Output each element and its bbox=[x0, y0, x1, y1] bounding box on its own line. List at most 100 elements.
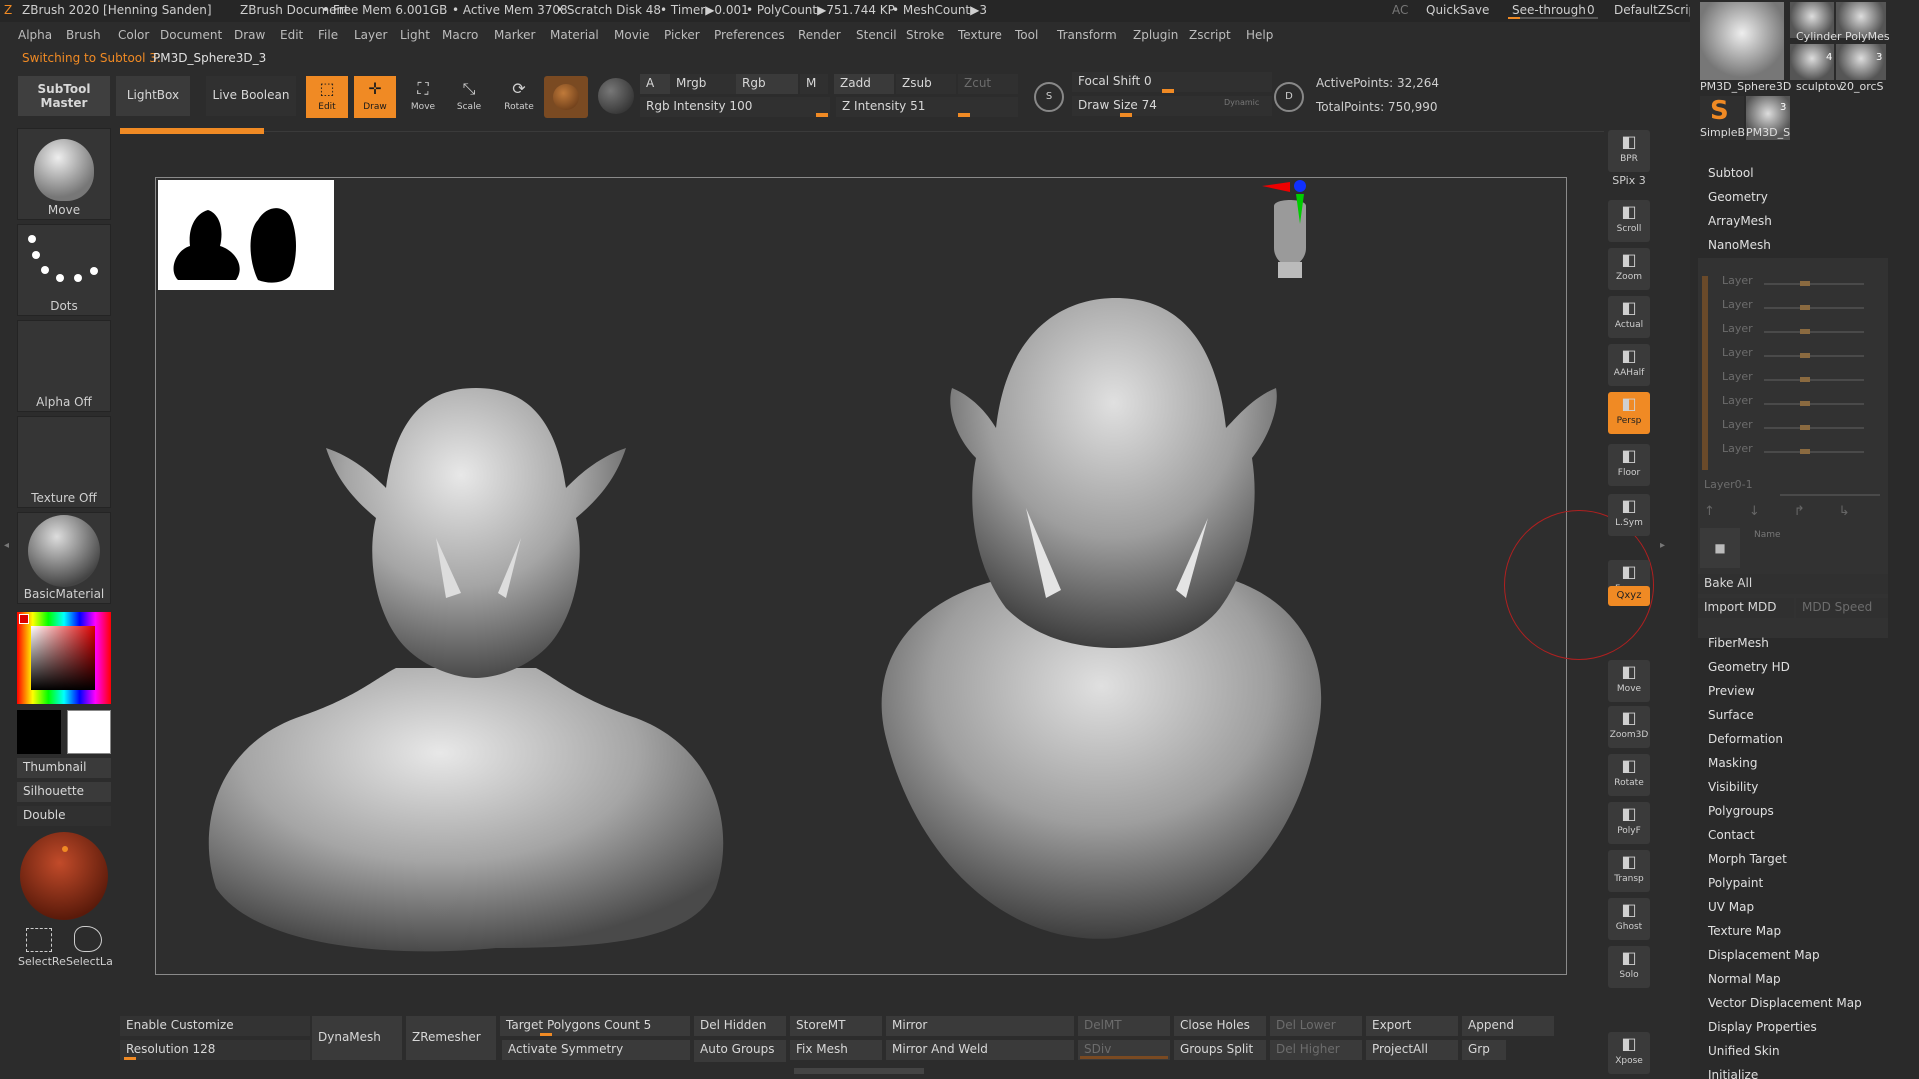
layer-row[interactable]: Layer bbox=[1722, 298, 1872, 318]
tool-menu-subtool[interactable]: Subtool bbox=[1708, 166, 1754, 180]
layer-intensity-knob[interactable] bbox=[1800, 305, 1810, 310]
layers-scrollbar[interactable] bbox=[1702, 276, 1708, 470]
grp-toggle[interactable]: Grp bbox=[1462, 1040, 1506, 1060]
m-toggle[interactable]: M bbox=[800, 74, 828, 94]
tool-menu-polypaint[interactable]: Polypaint bbox=[1708, 876, 1763, 890]
layer-intensity-slider[interactable] bbox=[1764, 379, 1864, 381]
select-rect-label[interactable]: SelectRe bbox=[18, 955, 66, 968]
layer-intensity-slider[interactable] bbox=[1764, 283, 1864, 285]
main-color-swatch[interactable] bbox=[67, 710, 111, 754]
zremesher-button[interactable]: ZRemesher bbox=[406, 1016, 496, 1060]
tool-menu-masking[interactable]: Masking bbox=[1708, 756, 1757, 770]
rgb-intensity-knob[interactable] bbox=[816, 113, 828, 117]
zsub-toggle[interactable]: Zsub bbox=[896, 74, 956, 94]
menu-texture[interactable]: Texture bbox=[958, 28, 1002, 42]
layer-row[interactable]: Layer bbox=[1722, 394, 1872, 414]
thumbnail-toggle[interactable]: Thumbnail bbox=[17, 758, 111, 778]
see-through-slider[interactable]: See-through bbox=[1512, 3, 1586, 17]
subtool-thumbnail[interactable] bbox=[1700, 2, 1784, 80]
secondary-color-swatch[interactable] bbox=[17, 710, 61, 754]
menu-alpha[interactable]: Alpha bbox=[18, 28, 52, 42]
tool-menu-deformation[interactable]: Deformation bbox=[1708, 732, 1783, 746]
menu-tool[interactable]: Tool bbox=[1015, 28, 1038, 42]
menu-help[interactable]: Help bbox=[1246, 28, 1273, 42]
menu-zscript[interactable]: Zscript bbox=[1189, 28, 1231, 42]
color-marker[interactable] bbox=[19, 614, 29, 624]
default-zscript-button[interactable]: DefaultZScript bbox=[1614, 3, 1701, 17]
select-lasso-label[interactable]: SelectLa bbox=[66, 955, 113, 968]
stroke-sphere-icon[interactable] bbox=[598, 78, 634, 114]
scale-button[interactable]: ⤡ Scale bbox=[448, 76, 490, 118]
focal-s-icon[interactable]: S bbox=[1034, 82, 1064, 112]
right-tray-arrow-icon[interactable]: ▸ bbox=[1660, 540, 1665, 551]
resolution-knob[interactable] bbox=[124, 1057, 136, 1060]
vtool-floor[interactable]: ◧ Floor bbox=[1608, 444, 1650, 486]
tool-menu-morph-target[interactable]: Morph Target bbox=[1708, 852, 1787, 866]
zcut-toggle[interactable]: Zcut bbox=[958, 74, 1018, 94]
lightbox-button[interactable]: LightBox bbox=[116, 76, 190, 116]
import-mdd-button[interactable]: Import MDD bbox=[1698, 598, 1794, 618]
menu-stencil[interactable]: Stencil bbox=[856, 28, 897, 42]
dynamic-label[interactable]: Dynamic bbox=[1224, 98, 1259, 107]
tool-menu-texture-map[interactable]: Texture Map bbox=[1708, 924, 1781, 938]
vtool-ghost[interactable]: ◧ Ghost bbox=[1608, 898, 1650, 940]
layer-name-field[interactable]: Layer0-1 bbox=[1704, 478, 1753, 491]
storemt-button[interactable]: StoreMT bbox=[790, 1016, 882, 1036]
layer-intensity-slider[interactable] bbox=[1764, 403, 1864, 405]
menu-draw[interactable]: Draw bbox=[234, 28, 265, 42]
vtool-bpr[interactable]: ◧ BPR bbox=[1608, 130, 1650, 172]
matcap-sphere-icon[interactable] bbox=[20, 832, 108, 920]
tool-menu-polygroups[interactable]: Polygroups bbox=[1708, 804, 1774, 818]
layer-intensity-knob[interactable] bbox=[1800, 425, 1810, 430]
del-lower-button[interactable]: Del Lower bbox=[1270, 1016, 1362, 1036]
vtool-polyf[interactable]: ◧ PolyF bbox=[1608, 802, 1650, 844]
left-tray-arrow-icon[interactable]: ◂ bbox=[4, 540, 9, 551]
rgb-toggle[interactable]: Rgb bbox=[736, 74, 798, 94]
target-polygons-slider[interactable]: Target Polygons Count 5 bbox=[500, 1016, 690, 1036]
rgb-intensity-slider[interactable]: Rgb Intensity 100 bbox=[640, 97, 830, 117]
focal-d-icon[interactable]: D bbox=[1274, 82, 1304, 112]
vtool-aahalf[interactable]: ◧ AAHalf bbox=[1608, 344, 1650, 386]
menu-light[interactable]: Light bbox=[400, 28, 430, 42]
layer-intensity-slider[interactable] bbox=[1764, 427, 1864, 429]
tool-menu-surface[interactable]: Surface bbox=[1708, 708, 1754, 722]
select-lasso-icon[interactable] bbox=[74, 926, 102, 952]
tool-menu-geometry[interactable]: Geometry bbox=[1708, 190, 1768, 204]
append-button[interactable]: Append bbox=[1462, 1016, 1554, 1036]
menu-preferences[interactable]: Preferences bbox=[714, 28, 785, 42]
material-swatch[interactable] bbox=[544, 76, 588, 118]
tool-menu-nanomesh[interactable]: NanoMesh bbox=[1708, 238, 1771, 252]
double-toggle[interactable]: Double bbox=[17, 806, 111, 826]
target-polygons-knob[interactable] bbox=[540, 1033, 552, 1036]
menu-file[interactable]: File bbox=[318, 28, 338, 42]
bake-all-button[interactable]: Bake All bbox=[1698, 574, 1888, 594]
layer-arrows-icon[interactable]: ↑↓↱↳ bbox=[1704, 504, 1884, 519]
focal-shift-knob[interactable] bbox=[1162, 89, 1174, 93]
menu-document[interactable]: Document bbox=[160, 28, 222, 42]
menu-layer[interactable]: Layer bbox=[354, 28, 387, 42]
mirror-button[interactable]: Mirror bbox=[886, 1016, 1074, 1036]
sdiv-track[interactable] bbox=[1080, 1056, 1168, 1059]
layer-intensity-knob[interactable] bbox=[1800, 449, 1810, 454]
layer-intensity-slider[interactable] bbox=[1764, 331, 1864, 333]
layer-row[interactable]: Layer bbox=[1722, 346, 1872, 366]
vtool-l-sym[interactable]: ◧ L.Sym bbox=[1608, 494, 1650, 536]
tool-menu-visibility[interactable]: Visibility bbox=[1708, 780, 1758, 794]
dynamesh-button[interactable]: DynaMesh bbox=[312, 1016, 402, 1060]
texture-slot[interactable]: Texture Off bbox=[17, 416, 111, 508]
layer-row[interactable]: Layer bbox=[1722, 322, 1872, 342]
enable-customize-button[interactable]: Enable Customize bbox=[120, 1016, 310, 1036]
color-sv-square[interactable] bbox=[31, 626, 95, 690]
vtool-rotate[interactable]: ◧ Rotate bbox=[1608, 754, 1650, 796]
vtool-zoom3d[interactable]: ◧ Zoom3D bbox=[1608, 706, 1650, 748]
layer-row[interactable]: Layer bbox=[1722, 418, 1872, 438]
menu-transform[interactable]: Transform bbox=[1057, 28, 1117, 42]
material-slot[interactable]: BasicMaterial bbox=[17, 512, 111, 604]
tool-menu-displacement-map[interactable]: Displacement Map bbox=[1708, 948, 1820, 962]
light-position-icon[interactable] bbox=[62, 846, 68, 852]
vtool-actual[interactable]: ◧ Actual bbox=[1608, 296, 1650, 338]
fix-mesh-button[interactable]: Fix Mesh bbox=[790, 1040, 882, 1060]
axis-gizmo-icon[interactable] bbox=[1260, 178, 1310, 228]
resolution-slider[interactable]: Resolution 128 bbox=[120, 1040, 310, 1060]
select-rect-icon[interactable] bbox=[26, 928, 52, 952]
